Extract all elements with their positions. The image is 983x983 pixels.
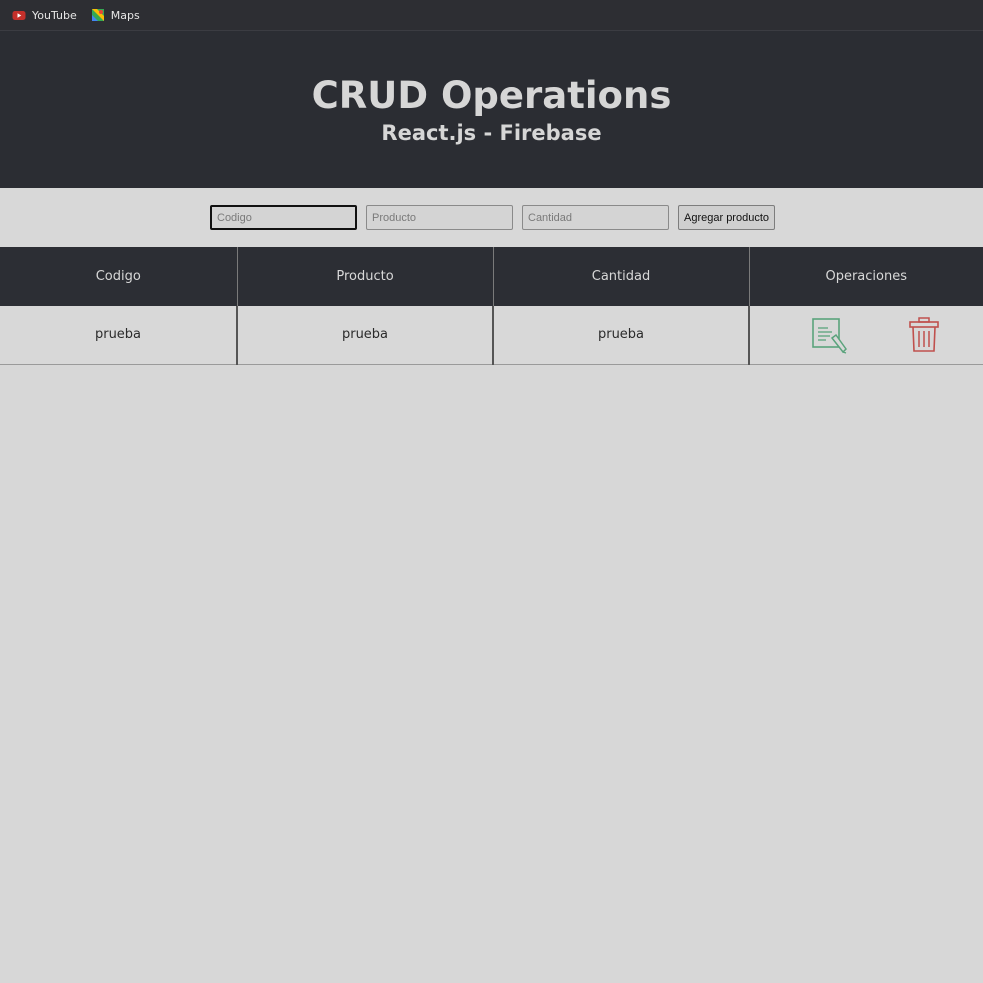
codigo-input[interactable] — [210, 205, 357, 230]
page-subtitle: React.js - Firebase — [381, 120, 602, 145]
youtube-icon — [12, 11, 26, 20]
page-title: CRUD Operations — [311, 73, 672, 117]
products-table: Codigo Producto Cantidad Operaciones pru… — [0, 247, 983, 365]
bookmark-maps[interactable]: Maps — [91, 8, 140, 22]
cantidad-input[interactable] — [522, 205, 669, 230]
row-actions — [751, 316, 982, 354]
bookmarks-bar: YouTube Maps — [0, 0, 983, 31]
cell-cantidad: prueba — [492, 306, 749, 365]
column-header-cantidad: Cantidad — [492, 247, 749, 306]
maps-icon — [91, 9, 104, 21]
cell-codigo: prueba — [0, 306, 237, 365]
product-form: Agregar producto — [0, 188, 983, 247]
column-header-operaciones: Operaciones — [748, 247, 983, 306]
cell-producto: prueba — [236, 306, 493, 365]
column-header-codigo: Codigo — [0, 247, 237, 306]
edit-button[interactable] — [810, 316, 848, 354]
bookmark-label: Maps — [110, 8, 140, 22]
delete-button[interactable] — [907, 316, 941, 354]
table-row: prueba prueba prueba — [0, 306, 983, 365]
column-header-producto: Producto — [236, 247, 493, 306]
producto-input[interactable] — [366, 205, 513, 230]
app-header: CRUD Operations React.js - Firebase — [0, 31, 983, 188]
edit-icon — [812, 317, 848, 354]
add-product-button[interactable]: Agregar producto — [678, 205, 775, 230]
cell-operaciones — [748, 306, 983, 365]
bookmark-label: YouTube — [32, 8, 77, 22]
table-header-row: Codigo Producto Cantidad Operaciones — [0, 247, 983, 306]
trash-icon — [908, 317, 939, 352]
bookmark-youtube[interactable]: YouTube — [12, 8, 77, 22]
